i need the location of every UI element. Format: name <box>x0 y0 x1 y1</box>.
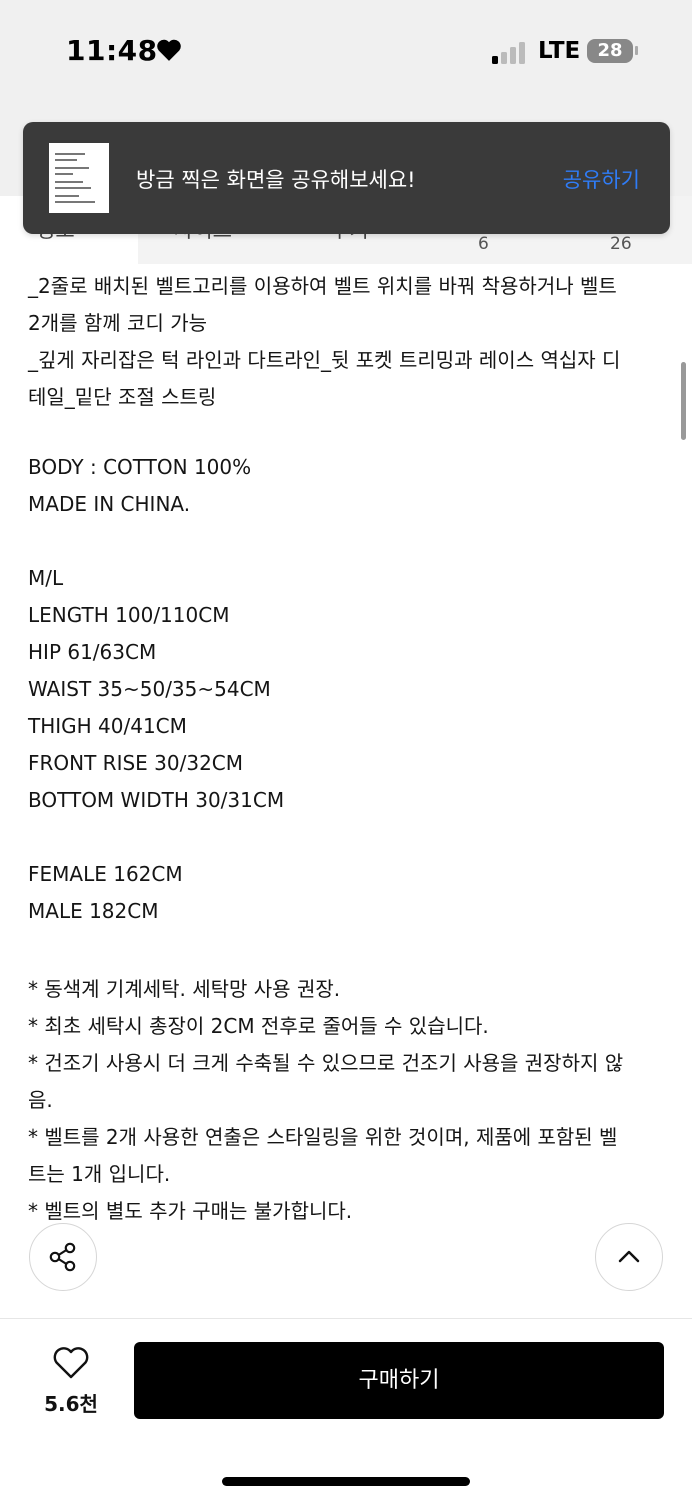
size-bottom-width: BOTTOM WIDTH 30/31CM <box>28 788 285 812</box>
battery-icon: 28 <box>587 39 633 63</box>
battery-cap <box>635 46 638 55</box>
like-button[interactable]: 5.6천 <box>28 1338 114 1428</box>
description-line: _깊게 자리잡은 턱 라인과 다트라인_뒷 포켓 트리밍과 레이스 역십자 디 <box>28 348 621 372</box>
description-line: 테일_밑단 조절 스트링 <box>28 385 217 409</box>
care-note: 트는 1개 입니다. <box>28 1162 171 1186</box>
tab-size-count: 6 <box>478 234 489 254</box>
size-front-rise: FRONT RISE 30/32CM <box>28 751 244 775</box>
care-note: * 동색계 기계세탁. 세탁망 사용 권장. <box>28 977 341 1001</box>
size-header: M/L <box>28 566 64 590</box>
scrollbar[interactable] <box>681 362 686 440</box>
share-now-button[interactable]: 공유하기 <box>563 164 640 194</box>
screenshot-share-toast: 방금 찍은 화면을 공유해보세요! 공유하기 <box>23 122 670 234</box>
status-bar: 11:48 LTE 28 <box>0 0 692 110</box>
signal-icon <box>492 40 530 64</box>
size-length: LENGTH 100/110CM <box>28 603 230 627</box>
scroll-to-top-button[interactable] <box>595 1223 663 1291</box>
fabric-line: BODY : COTTON 100% <box>28 455 252 479</box>
care-note: * 벨트를 2개 사용한 연출은 스타일링을 위한 것이며, 제품에 포함된 벨 <box>28 1125 618 1149</box>
size-thigh: THIGH 40/41CM <box>28 714 187 738</box>
description-line: 2개를 함께 코디 가능 <box>28 311 207 335</box>
like-count: 5.6천 <box>44 1392 98 1416</box>
buy-button[interactable]: 구매하기 <box>134 1342 664 1419</box>
model-female: FEMALE 162CM <box>28 862 183 886</box>
screenshot-thumbnail[interactable] <box>49 143 109 213</box>
status-time: 11:48 <box>66 34 158 67</box>
care-note: * 건조기 사용시 더 크게 수축될 수 있으므로 건조기 사용을 권장하지 않 <box>28 1051 624 1075</box>
care-note: * 벨트의 별도 추가 구매는 불가합니다. <box>28 1199 353 1223</box>
model-male: MALE 182CM <box>28 899 159 923</box>
share-icon <box>49 1242 76 1272</box>
heart-status-icon <box>157 39 181 61</box>
size-hip: HIP 61/63CM <box>28 640 157 664</box>
origin-line: MADE IN CHINA. <box>28 492 191 516</box>
share-button[interactable] <box>29 1223 97 1291</box>
care-note: 음. <box>28 1088 53 1112</box>
tab-reviews-count: 26 <box>610 234 632 254</box>
care-note: * 최초 세탁시 총장이 2CM 전후로 줄어들 수 있습니다. <box>28 1014 489 1038</box>
chevron-up-icon <box>618 1250 640 1263</box>
home-indicator <box>222 1477 470 1486</box>
description-line: _2줄로 배치된 벨트고리를 이용하여 벨트 위치를 바꿔 착용하거나 벨트 <box>28 274 617 298</box>
network-label: LTE <box>538 38 581 64</box>
size-waist: WAIST 35~50/35~54CM <box>28 677 271 701</box>
toast-message: 방금 찍은 화면을 공유해보세요! <box>136 168 416 192</box>
heart-outline-icon <box>53 1347 89 1379</box>
